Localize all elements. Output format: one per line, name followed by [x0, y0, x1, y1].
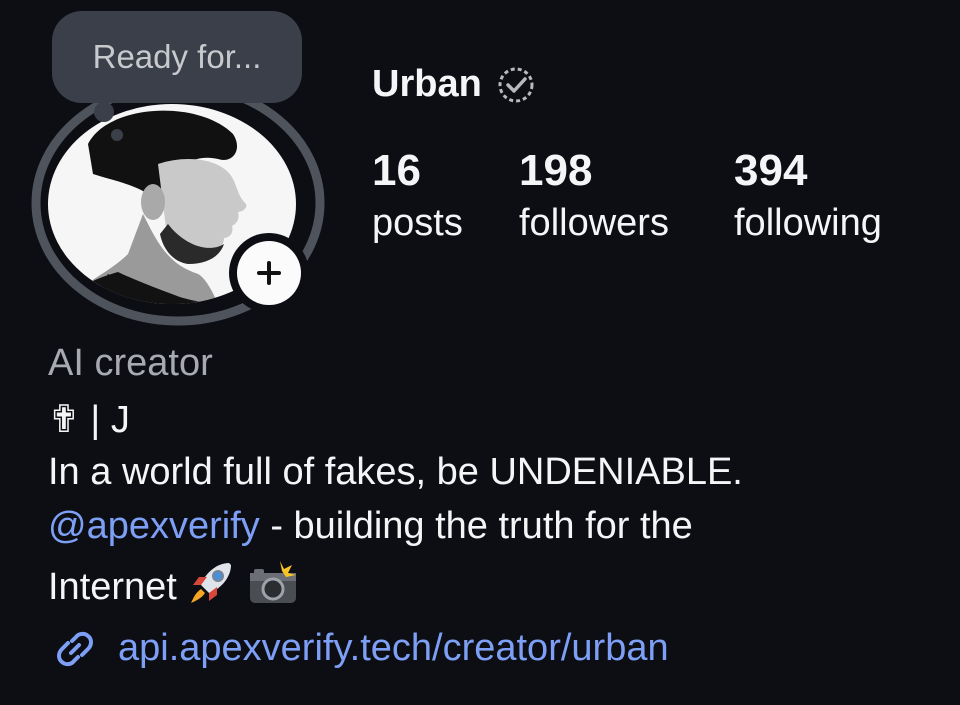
- camera-flash-icon: [250, 561, 296, 603]
- bio-line-1: ✟ | J: [48, 399, 130, 441]
- stat-posts-value: 16: [372, 146, 421, 195]
- mention-link[interactable]: @apexverify: [48, 505, 260, 547]
- stat-following[interactable]: 394 following: [734, 144, 882, 248]
- bio-line-2: In a world full of fakes, be UNDENIABLE.: [48, 451, 743, 493]
- note-bubble-tail-small: [111, 129, 123, 141]
- stat-following-value: 394: [734, 146, 808, 195]
- stat-posts[interactable]: 16 posts: [372, 144, 463, 248]
- stat-followers[interactable]: 198 followers: [519, 144, 669, 248]
- bio-line-3: @apexverify - building the truth for the: [48, 505, 693, 548]
- stat-followers-value: 198: [519, 146, 593, 195]
- note-bubble-tail: [94, 102, 114, 122]
- bio-line-4-text: Internet: [48, 566, 177, 608]
- bio-line-4: Internet: [48, 559, 300, 609]
- profile-category: AI creator: [48, 342, 213, 384]
- note-bubble[interactable]: Ready for...: [52, 11, 302, 103]
- link-icon: [57, 631, 93, 667]
- rocket-icon: [191, 563, 232, 603]
- username: Urban: [372, 63, 482, 105]
- stat-posts-label: posts: [372, 202, 463, 244]
- add-story-button[interactable]: [229, 233, 309, 313]
- stat-following-label: following: [734, 202, 882, 244]
- username-row: Urban: [372, 63, 536, 106]
- stat-followers-label: followers: [519, 202, 669, 244]
- profile-link[interactable]: api.apexverify.tech/creator/urban: [48, 626, 669, 670]
- bio-line-3-text: - building the truth for the: [259, 505, 693, 547]
- profile-link-text[interactable]: api.apexverify.tech/creator/urban: [118, 627, 669, 670]
- note-text: Ready for...: [92, 38, 262, 75]
- plus-icon: [257, 261, 281, 285]
- verified-badge-icon[interactable]: [496, 65, 536, 105]
